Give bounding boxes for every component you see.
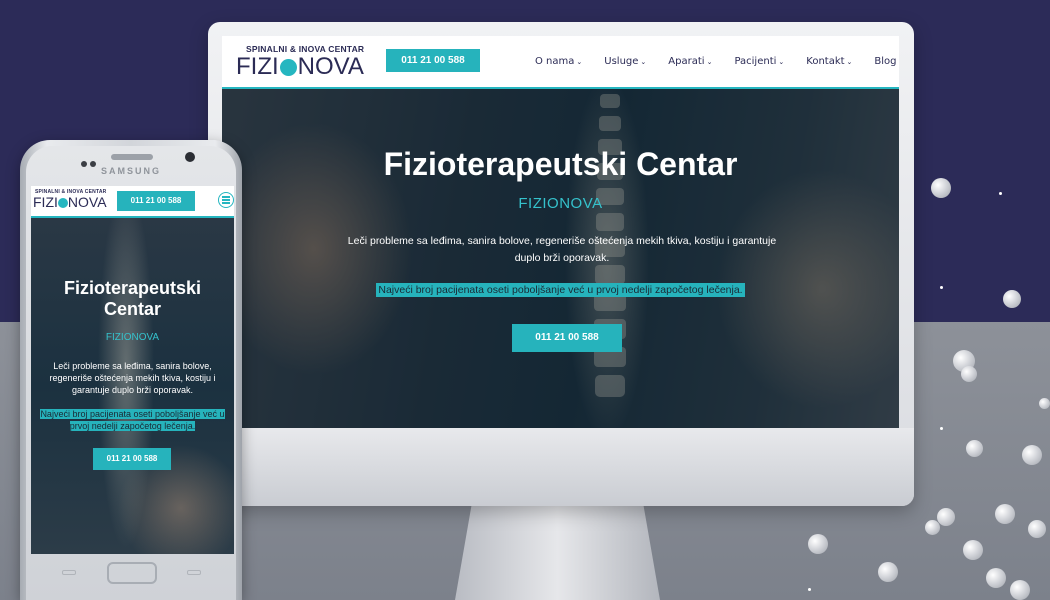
- mobile-screen: SPINALNI & INOVA CENTAR FIZI NOVA 011 21 …: [31, 186, 234, 554]
- chevron-down-icon: ⌄: [778, 58, 785, 66]
- mobile-logo-text-part1: FIZI: [33, 194, 58, 210]
- glitter-dot: [878, 562, 898, 582]
- glitter-dot: [963, 540, 983, 560]
- glitter-dot: [966, 440, 983, 457]
- mobile-logo-text-part2: NOVA: [67, 194, 107, 210]
- mobile-hero-title: Fizioterapeutski Centar: [63, 278, 202, 319]
- phone-brand: SAMSUNG: [100, 166, 161, 176]
- glitter-dot: [937, 508, 955, 526]
- hero-title: Fizioterapeutski Centar: [383, 146, 738, 182]
- mobile-logo[interactable]: SPINALNI & INOVA CENTAR FIZI NOVA: [33, 189, 107, 209]
- glitter-speck: [940, 286, 943, 289]
- main-nav: O nama ⌄ Usluge ⌄ Aparati ⌄ Pacijenti ⌄ Kont…: [535, 36, 899, 87]
- menu-icon[interactable]: [218, 192, 234, 208]
- hero-cta-button[interactable]: 011 21 00 588: [512, 324, 622, 352]
- home-button[interactable]: [107, 562, 157, 584]
- header-phone-button[interactable]: 011 21 00 588: [386, 49, 480, 72]
- glitter-speck: [808, 588, 811, 591]
- logo-text-part1: FIZI: [236, 53, 279, 80]
- glitter-dot: [925, 520, 940, 535]
- hero-subtitle: FIZIONOVA: [518, 195, 603, 212]
- mobile-phone-button[interactable]: 011 21 00 588: [117, 191, 195, 211]
- chevron-down-icon: ⌄: [706, 58, 713, 66]
- back-key-icon[interactable]: [187, 570, 201, 575]
- hero-description: Leči probleme sa leđima, sanira bolove, …: [347, 235, 777, 264]
- nav-item-o-nama[interactable]: O nama ⌄: [535, 56, 582, 67]
- mobile-hero-description: Leči probleme sa leđima, sanira bolove, …: [49, 361, 216, 395]
- front-camera-icon: [185, 152, 195, 162]
- glitter-speck: [940, 427, 943, 430]
- hero-highlight: Najveći broj pacijenata oseti poboljšanj…: [222, 283, 899, 297]
- nav-item-pacijenti[interactable]: Pacijenti ⌄: [734, 56, 784, 67]
- glitter-dot: [1028, 520, 1046, 538]
- glitter-dot: [986, 568, 1006, 588]
- glitter-dot: [961, 366, 977, 382]
- glitter-dot: [1003, 290, 1021, 308]
- nav-item-usluge[interactable]: Usluge ⌄: [604, 56, 646, 67]
- monitor-stand: [455, 506, 660, 600]
- nav-item-kontakt[interactable]: Kontakt ⌄: [806, 56, 852, 67]
- glitter-dot: [808, 534, 828, 554]
- logo-o-icon: [57, 198, 68, 209]
- recent-apps-key-icon[interactable]: [62, 570, 76, 575]
- chevron-down-icon: ⌄: [846, 58, 853, 66]
- nav-item-aparati[interactable]: Aparati ⌄: [668, 56, 712, 67]
- glitter-dot: [931, 178, 951, 198]
- logo-o-icon: [279, 59, 297, 77]
- glitter-dot: [1039, 398, 1050, 409]
- mobile-hero: Fizioterapeutski Centar FIZIONOVA Leči p…: [31, 218, 234, 554]
- hero-highlight-text: Najveći broj pacijenata oseti poboljšanj…: [376, 283, 745, 297]
- nav-item-blog[interactable]: Blog⌄: [874, 56, 899, 67]
- site-header: SPINALNI & INOVA CENTAR FIZI NOVA 011 21 …: [222, 36, 899, 89]
- chevron-down-icon: ⌄: [576, 58, 583, 66]
- logo-text-part2: NOVA: [297, 53, 364, 80]
- site-logo[interactable]: SPINALNI & INOVA CENTAR FIZI NOVA: [236, 44, 364, 79]
- desktop-screen: SPINALNI & INOVA CENTAR FIZI NOVA 011 21 …: [222, 36, 899, 428]
- hero-section: Fizioterapeutski Centar FIZIONOVA Leči p…: [222, 89, 899, 428]
- mobile-header: SPINALNI & INOVA CENTAR FIZI NOVA 011 21 …: [31, 186, 234, 218]
- glitter-dot: [1010, 580, 1030, 600]
- monitor-chin: [208, 428, 914, 506]
- glitter-dot: [995, 504, 1015, 524]
- mobile-cta-button[interactable]: 011 21 00 588: [93, 448, 171, 470]
- mobile-hero-highlight: Najveći broj pacijenata oseti poboljšanj…: [40, 409, 225, 431]
- chevron-down-icon: ⌄: [640, 58, 647, 66]
- glitter-speck: [999, 192, 1002, 195]
- glitter-dot: [1022, 445, 1042, 465]
- mobile-hero-subtitle: FIZIONOVA: [105, 332, 160, 343]
- phone-speaker: [111, 154, 153, 160]
